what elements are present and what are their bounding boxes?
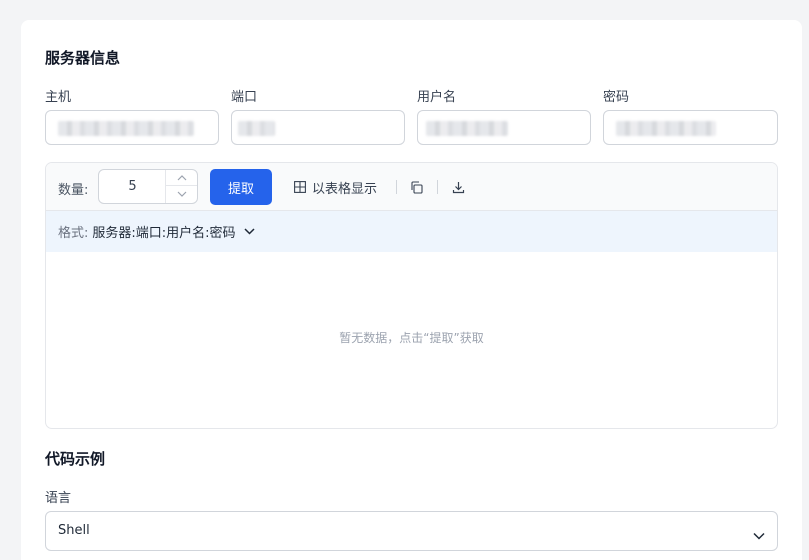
host-field[interactable] xyxy=(45,110,219,145)
username-field[interactable] xyxy=(417,110,591,145)
table-icon xyxy=(294,181,306,193)
redacted-value xyxy=(58,121,194,136)
code-example-title: 代码示例 xyxy=(45,450,106,468)
copy-button[interactable] xyxy=(407,178,425,196)
increment-button[interactable] xyxy=(166,170,197,186)
quantity-stepper[interactable]: 5 xyxy=(98,169,198,204)
format-dropdown-toggle[interactable] xyxy=(244,228,255,235)
extract-toolbar: 数量: 5 提取 以表格显示 xyxy=(46,163,777,211)
download-button[interactable] xyxy=(449,178,467,196)
language-label: 语言 xyxy=(45,491,72,506)
format-value[interactable]: 服务器:端口:用户名:密码 xyxy=(92,222,235,241)
format-selector[interactable]: 格式: 服务器:端口:用户名:密码 xyxy=(46,211,777,252)
port-field[interactable] xyxy=(231,110,405,145)
language-select[interactable]: Shell xyxy=(45,511,778,551)
table-view-button[interactable]: 以表格显示 xyxy=(294,177,377,197)
password-field[interactable] xyxy=(603,110,778,145)
redacted-value xyxy=(426,121,508,136)
server-info-title: 服务器信息 xyxy=(45,49,121,67)
password-label: 密码 xyxy=(603,90,630,105)
redacted-value xyxy=(238,121,275,136)
redacted-value xyxy=(616,121,716,136)
chevron-down-icon xyxy=(177,191,186,197)
quantity-value[interactable]: 5 xyxy=(99,170,166,203)
server-info-card: 服务器信息 主机 端口 用户名 密码 数量: 5 提取 以表格显示 格式: 服务… xyxy=(21,20,802,560)
format-label: 格式: xyxy=(58,226,89,241)
port-label: 端口 xyxy=(231,90,258,105)
extract-panel: 数量: 5 提取 以表格显示 格式: 服务器:端口:用户名:密码 暂无数据，点击… xyxy=(45,162,778,429)
host-label: 主机 xyxy=(45,90,72,105)
download-icon xyxy=(452,181,464,193)
language-dropdown-toggle[interactable] xyxy=(753,525,765,544)
table-view-label: 以表格显示 xyxy=(312,181,378,197)
toolbar-divider xyxy=(396,180,397,194)
copy-icon xyxy=(410,180,423,194)
chevron-up-icon xyxy=(177,174,186,180)
decrement-button[interactable] xyxy=(166,186,197,202)
chevron-down-icon xyxy=(753,532,765,540)
stepper-buttons xyxy=(165,170,197,203)
toolbar-divider xyxy=(437,180,438,194)
username-label: 用户名 xyxy=(417,90,457,105)
chevron-down-icon xyxy=(244,228,255,235)
empty-state-text: 暂无数据，点击“提取”获取 xyxy=(339,331,484,345)
extract-button[interactable]: 提取 xyxy=(210,169,272,205)
quantity-label: 数量: xyxy=(58,183,89,198)
language-value: Shell xyxy=(58,523,90,538)
